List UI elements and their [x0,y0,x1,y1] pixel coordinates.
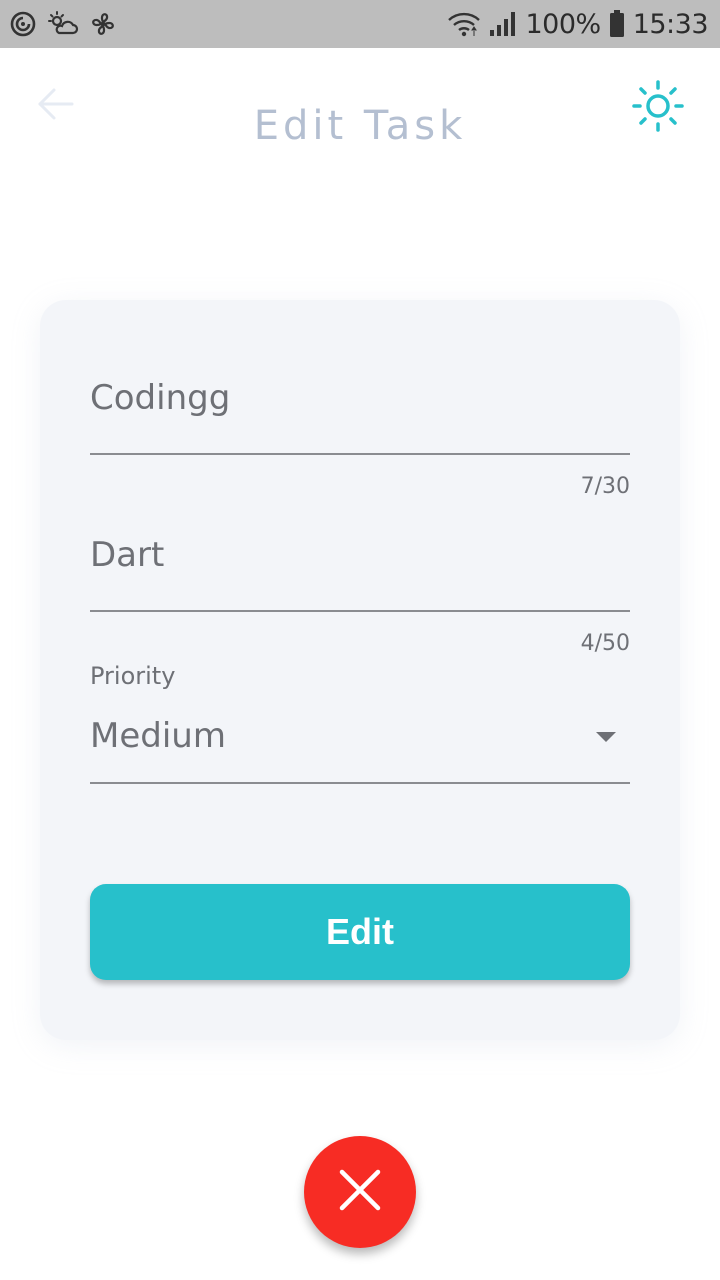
back-arrow-icon[interactable] [36,84,76,124]
screen: 100% 15:33 Edit Task Codingg 7/30 Dart 4… [0,0,720,1280]
app-bar: Edit Task [0,48,720,160]
weather-icon [46,9,80,39]
priority-underline [90,782,630,784]
task-description-input[interactable]: Dart [90,535,630,575]
battery-percentage: 100% [525,8,601,40]
task-description-field[interactable]: Dart 4/50 [90,535,630,656]
close-icon [338,1168,382,1217]
notification-swirl-icon [8,9,38,39]
status-left-icons [8,9,118,39]
close-button[interactable] [304,1136,416,1248]
status-right-icons: 100% 15:33 [447,8,709,40]
wifi-icon [447,10,481,38]
priority-dropdown[interactable]: Priority Medium [90,662,630,786]
priority-selected-value[interactable]: Medium [90,716,226,756]
task-description-underline [90,610,630,612]
task-title-counter: 7/30 [580,474,630,499]
clock: 15:33 [632,8,709,40]
battery-icon [609,10,625,38]
task-title-input[interactable]: Codingg [90,378,630,418]
task-description-counter: 4/50 [580,631,630,656]
sun-icon[interactable] [632,80,684,132]
task-title-field[interactable]: Codingg 7/30 [90,378,630,499]
signal-icon [489,10,517,38]
priority-label: Priority [90,662,176,690]
edit-button[interactable]: Edit [90,884,630,980]
fan-icon [88,9,118,39]
status-bar: 100% 15:33 [0,0,720,48]
edit-task-card: Codingg 7/30 Dart 4/50 Priority Medium E… [40,300,680,1040]
page-title: Edit Task [253,102,467,149]
dropdown-arrow-icon[interactable] [596,732,616,742]
task-title-underline [90,453,630,455]
